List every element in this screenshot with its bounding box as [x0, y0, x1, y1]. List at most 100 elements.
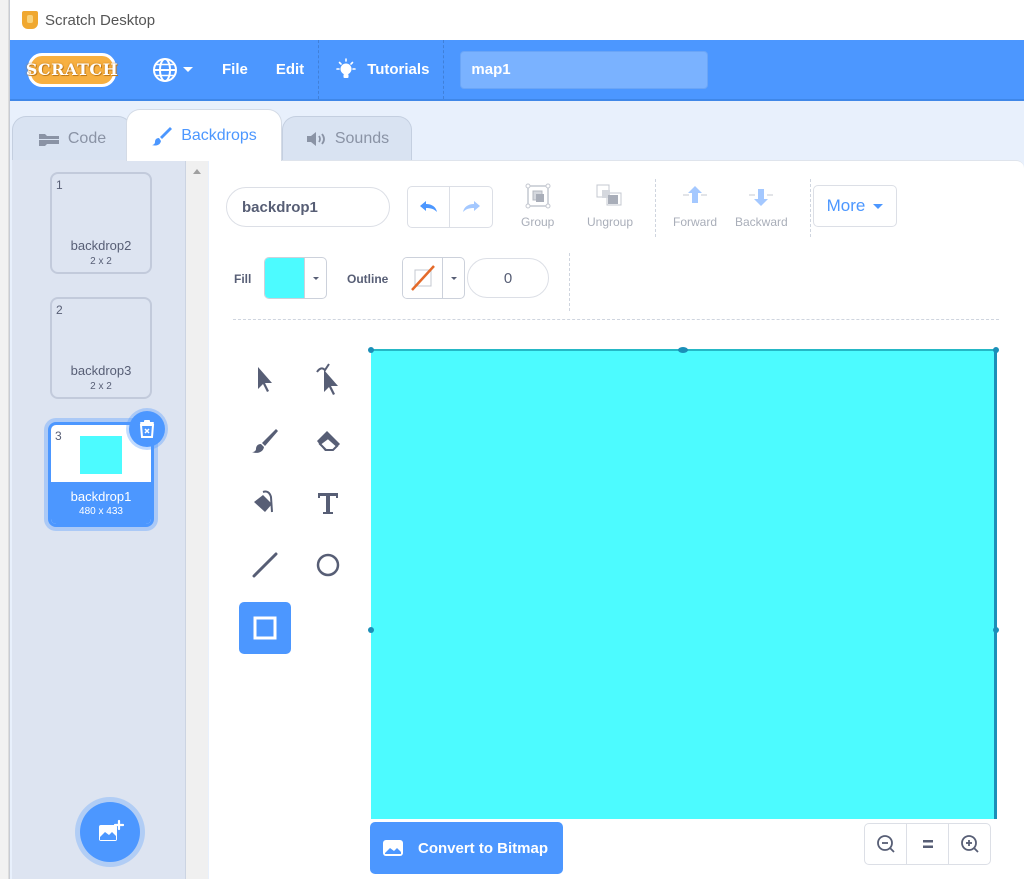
speaker-icon [306, 131, 325, 146]
toolbar-separator [233, 319, 999, 320]
scratch-logo[interactable]: SCRATCH [26, 52, 118, 87]
toolbar-divider [569, 253, 570, 311]
backdrop-name: backdrop3 [70, 363, 132, 378]
group-label: Group [521, 215, 555, 229]
transform-handle[interactable] [368, 347, 374, 353]
delete-backdrop-button[interactable] [129, 411, 165, 447]
tab-code[interactable]: Code [12, 116, 132, 160]
project-title-input[interactable]: map1 [460, 50, 709, 89]
fill-color-picker[interactable] [264, 257, 327, 299]
text-tool[interactable] [302, 477, 354, 529]
more-button[interactable]: More [813, 185, 897, 227]
caret-down-icon [873, 203, 884, 209]
lightbulb-icon [336, 57, 356, 78]
editor-tabs: Code Backdrops Sounds [10, 108, 1024, 161]
line-tool[interactable] [239, 539, 291, 591]
paint-bucket-icon [254, 490, 273, 513]
fill-tool[interactable] [239, 477, 291, 529]
rectangle-icon [253, 616, 277, 640]
paint-canvas[interactable] [368, 347, 999, 819]
backdrop-list-scrollbar[interactable] [186, 160, 208, 879]
trash-icon [139, 420, 155, 438]
paintbrush-icon [152, 126, 173, 146]
reshape-tool[interactable] [302, 353, 354, 405]
tab-sounds[interactable]: Sounds [282, 116, 412, 160]
circle-tool[interactable] [302, 539, 354, 591]
tab-backdrops[interactable]: Backdrops [126, 109, 282, 161]
zoom-in-button[interactable] [949, 824, 990, 864]
backdrop-number: 3 [55, 429, 62, 443]
eraser-tool[interactable] [302, 415, 354, 467]
reshape-icon [316, 363, 338, 395]
fill-label: Fill [234, 272, 252, 286]
transform-handle[interactable] [993, 347, 999, 353]
globe-icon [153, 57, 177, 82]
tutorials-menu[interactable]: Tutorials [319, 40, 443, 99]
line-icon [252, 552, 278, 578]
code-blocks-icon [38, 133, 59, 146]
equals-icon [922, 840, 933, 848]
tab-backdrops-label: Backdrops [181, 126, 257, 144]
convert-to-bitmap-button[interactable]: Convert to Bitmap [370, 822, 563, 874]
no-color-icon [410, 265, 435, 291]
transform-handle[interactable] [368, 627, 374, 633]
redo-button[interactable] [450, 187, 492, 227]
costume-name-input[interactable]: backdrop1 [226, 187, 390, 227]
backdrop-size: 480 x 433 [79, 506, 123, 517]
image-icon [383, 840, 403, 856]
brush-tool[interactable] [239, 415, 291, 467]
tab-sounds-label: Sounds [334, 129, 390, 147]
zoom-out-icon [876, 835, 895, 853]
more-label: More [826, 196, 866, 215]
background-window-edge [0, 0, 9, 879]
scratch-window: Scratch Desktop SCRATCH File Edit Tutori… [9, 0, 1024, 879]
tab-code-label: Code [67, 129, 107, 147]
ungroup-button[interactable]: Ungroup [587, 183, 633, 229]
fill-swatch [265, 258, 305, 298]
title-bar: Scratch Desktop [10, 0, 1024, 40]
backdrop-name: backdrop1 [70, 489, 132, 504]
outline-color-picker[interactable] [402, 257, 465, 299]
outline-swatch [403, 258, 443, 298]
eraser-icon [317, 431, 340, 451]
edit-menu[interactable]: Edit [262, 40, 318, 99]
backdrop-item[interactable]: 1 backdrop2 2 x 2 [50, 172, 152, 274]
fill-dropdown[interactable] [304, 258, 326, 298]
backdrop-item[interactable]: 2 backdrop3 2 x 2 [50, 297, 152, 399]
backdrop-number: 2 [56, 303, 63, 317]
add-backdrop-button[interactable] [80, 802, 140, 862]
undo-redo-group [407, 186, 493, 228]
file-menu[interactable]: File [208, 40, 262, 99]
forward-button[interactable]: Forward [673, 183, 717, 229]
scroll-up-arrow-icon[interactable] [193, 169, 201, 174]
forward-label: Forward [673, 215, 718, 229]
tutorials-label: Tutorials [367, 61, 430, 78]
group-button[interactable]: Group [521, 183, 554, 229]
caret-down-icon [312, 276, 319, 280]
backward-button[interactable]: Backward [735, 183, 788, 229]
backdrop-size: 2 x 2 [90, 381, 112, 392]
rectangle-tool[interactable] [239, 602, 291, 654]
zoom-out-button[interactable] [865, 824, 907, 864]
group-icon [525, 183, 551, 209]
select-tool[interactable] [239, 353, 291, 405]
undo-button[interactable] [408, 187, 451, 227]
undo-icon [419, 201, 437, 212]
toolbar-divider [810, 179, 811, 237]
convert-to-bitmap-label: Convert to Bitmap [418, 839, 549, 857]
arrow-up-icon [683, 186, 707, 203]
text-icon [318, 493, 338, 514]
outline-dropdown[interactable] [442, 258, 464, 298]
backdrop-number: 1 [56, 178, 63, 192]
zoom-controls [864, 823, 991, 865]
language-menu[interactable] [138, 40, 208, 99]
zoom-in-icon [960, 835, 979, 853]
ungroup-label: Ungroup [587, 215, 634, 229]
zoom-reset-button[interactable] [907, 824, 949, 864]
backdrop-thumbnail [80, 436, 122, 474]
outline-width-input[interactable]: 0 [467, 258, 549, 298]
caret-down-icon [450, 276, 457, 280]
transform-handle[interactable] [993, 627, 999, 633]
backdrop-item-selected[interactable]: 3 backdrop1 480 x 433 [48, 411, 165, 527]
transform-handle[interactable] [678, 347, 688, 353]
